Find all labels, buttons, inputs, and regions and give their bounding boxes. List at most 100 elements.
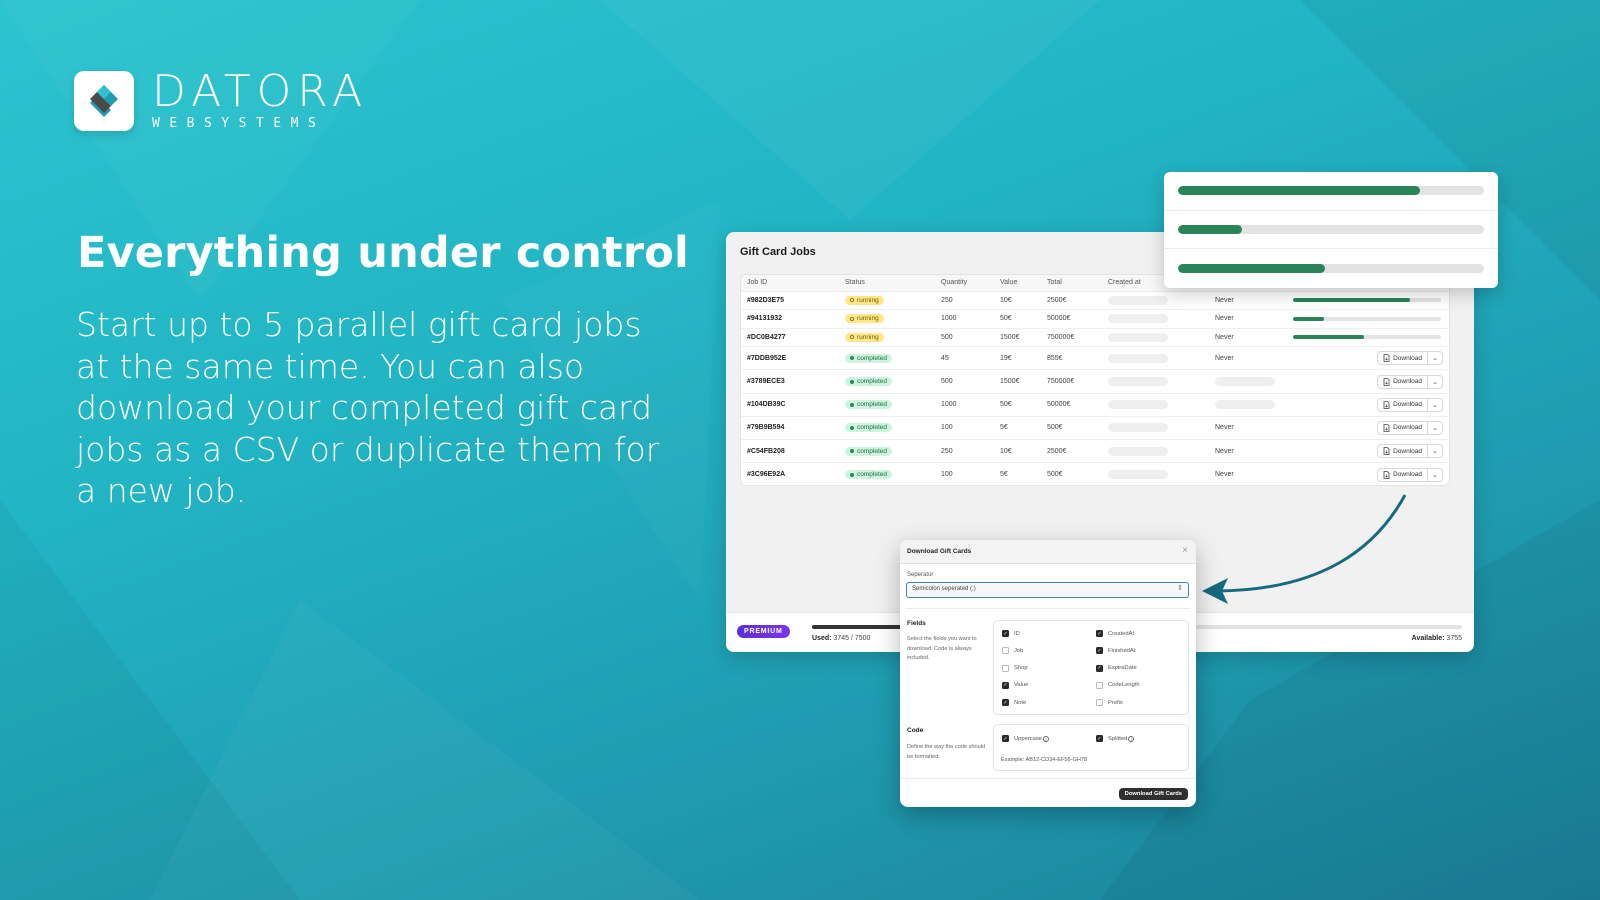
created-at-placeholder [1108, 377, 1168, 387]
status-badge: running [845, 314, 884, 324]
download-button[interactable]: Download [1378, 445, 1428, 458]
logo-icon [74, 70, 134, 131]
job-id[interactable]: #104DB39C [741, 393, 839, 417]
value: 10€ [994, 291, 1041, 311]
checkbox-empty-icon[interactable] [1096, 681, 1103, 689]
chevron-down-icon[interactable]: ⌄ [1428, 422, 1442, 434]
field-checkbox-id[interactable]: ✓ ID [1002, 630, 1020, 637]
total: 855€ [1041, 346, 1102, 371]
checkbox-label: Job [1014, 647, 1024, 654]
checkbox-empty-icon[interactable] [1002, 647, 1009, 655]
checkbox-checked-icon[interactable]: ✓ [1002, 681, 1009, 689]
col-status[interactable]: Status [839, 275, 935, 292]
table-row[interactable]: #3C96E92A completed 100 5€ 500€ Never Do… [741, 463, 1449, 485]
fields-description: Select the fields you want to download. … [907, 636, 977, 661]
finished-at-cell [1209, 369, 1287, 394]
finished-at-cell: Never [1209, 346, 1287, 371]
separator-value: Semicolon seperated (;) [912, 586, 976, 592]
chevron-down-icon[interactable]: ⌄ [1428, 469, 1442, 481]
quantity: 1000 [935, 309, 994, 329]
info-icon[interactable]: i [1128, 735, 1135, 742]
download-button[interactable]: Download [1378, 468, 1428, 481]
checkbox-checked-icon[interactable]: ✓ [1096, 630, 1103, 637]
download-button[interactable]: Download [1378, 398, 1428, 411]
field-checkbox-createdat[interactable]: ✓ CreatedAt [1096, 630, 1134, 637]
code-option-uppercase[interactable]: ✓ Uppercase i [1002, 735, 1050, 742]
action-cell: Download ⌄ [1287, 463, 1449, 485]
field-checkbox-job[interactable]: Job [1002, 647, 1024, 655]
fields-title: Fields [907, 620, 926, 627]
table-row[interactable]: #79B9B594 completed 100 5€ 500€ Never Do… [741, 416, 1449, 441]
created-at-cell [1102, 439, 1209, 464]
created-at-cell [1102, 309, 1209, 329]
download-button[interactable]: Download [1378, 375, 1428, 388]
checkbox-empty-icon[interactable] [1096, 699, 1103, 707]
job-id[interactable]: #94131932 [741, 309, 839, 329]
chevron-down-icon[interactable]: ⌄ [1428, 376, 1442, 388]
download-label: Download [1393, 424, 1422, 432]
finished-at-cell: Never [1209, 291, 1287, 311]
job-id[interactable]: #3C96E92A [741, 463, 839, 485]
table-row[interactable]: #3789ECE3 completed 500 1500€ 750000€ Do… [741, 369, 1449, 394]
field-checkbox-codelength[interactable]: CodeLength [1096, 681, 1140, 689]
created-at-placeholder [1108, 470, 1168, 480]
popup-progress-row [1164, 172, 1498, 211]
table-row[interactable]: #DC0B4277 running 500 1500€ 750000€ Neve… [741, 328, 1449, 348]
chevron-down-icon[interactable]: ⌄ [1428, 352, 1442, 364]
quantity: 100 [935, 416, 994, 441]
job-id[interactable]: #DC0B4277 [741, 328, 839, 348]
field-checkbox-finishedat[interactable]: ✓ FinishedAt [1096, 647, 1135, 655]
checkbox-checked-icon[interactable]: ✓ [1096, 664, 1103, 672]
field-checkbox-note[interactable]: ✓ Note [1002, 699, 1026, 707]
job-id[interactable]: #7DDB952E [741, 346, 839, 371]
chevron-down-icon[interactable]: ⌄ [1428, 445, 1442, 457]
download-label: Download [1393, 354, 1422, 362]
field-checkbox-shop[interactable]: Shop [1002, 664, 1028, 672]
field-checkbox-prefix[interactable]: Prefix [1096, 699, 1123, 707]
info-icon[interactable]: i [1043, 735, 1050, 742]
table-row[interactable]: #982D3E75 running 250 10€ 2500€ Never [741, 291, 1449, 311]
quantity: 1000 [935, 393, 994, 417]
action-cell: Download ⌄ [1287, 369, 1449, 394]
status-badge: completed [845, 423, 892, 433]
job-id[interactable]: #C54FB208 [741, 439, 839, 464]
finished-at-cell: Never [1209, 463, 1287, 485]
col-job-id[interactable]: Job ID [741, 275, 839, 292]
checkbox-checked-icon[interactable]: ✓ [1096, 647, 1103, 655]
status-label: completed [857, 424, 887, 432]
used-label: Used: [812, 635, 832, 642]
field-checkbox-expiredate[interactable]: ✓ ExpireDate [1096, 664, 1137, 672]
download-gift-cards-button[interactable]: Download Gift Cards [1118, 788, 1188, 800]
finished-at: Never [1215, 296, 1234, 304]
chevron-down-icon[interactable]: ⌄ [1428, 399, 1442, 411]
table-row[interactable]: #C54FB208 completed 250 10€ 2500€ Never … [741, 439, 1449, 464]
job-id[interactable]: #3789ECE3 [741, 369, 839, 394]
job-id[interactable]: #79B9B594 [741, 416, 839, 441]
checkbox-empty-icon[interactable] [1002, 664, 1009, 672]
download-button[interactable]: Download [1378, 352, 1428, 365]
created-at-placeholder [1108, 446, 1168, 456]
separator-select[interactable]: Semicolon seperated (;) ⇕ [906, 582, 1189, 598]
table-row[interactable]: #94131932 running 1000 50€ 50000€ Never [741, 309, 1449, 329]
checkbox-checked-icon[interactable]: ✓ [1002, 699, 1009, 707]
download-button[interactable]: Download [1378, 421, 1428, 434]
checkbox-label: Value [1014, 682, 1029, 689]
status-badge: completed [845, 377, 892, 387]
checkbox-checked-icon[interactable]: ✓ [1002, 630, 1009, 637]
close-icon[interactable]: × [1182, 545, 1188, 556]
job-id[interactable]: #982D3E75 [741, 291, 839, 311]
col-value[interactable]: Value [994, 275, 1041, 292]
status-dot-icon [850, 298, 854, 303]
checkbox-label: Shop [1014, 665, 1028, 672]
status-label: completed [857, 447, 887, 455]
checkbox-checked-icon[interactable]: ✓ [1002, 735, 1009, 742]
col-quantity[interactable]: Quantity [935, 275, 994, 292]
created-at-cell [1102, 328, 1209, 348]
status-dot-icon [850, 472, 854, 477]
field-checkbox-value[interactable]: ✓ Value [1002, 681, 1029, 689]
code-option-splitted[interactable]: ✓ Splitted i [1096, 735, 1135, 742]
table-row[interactable]: #104DB39C completed 1000 50€ 50000€ Down… [741, 393, 1449, 417]
checkbox-checked-icon[interactable]: ✓ [1096, 735, 1103, 742]
table-row[interactable]: #7DDB952E completed 45 19€ 855€ Never Do… [741, 346, 1449, 371]
col-total[interactable]: Total [1041, 275, 1102, 292]
